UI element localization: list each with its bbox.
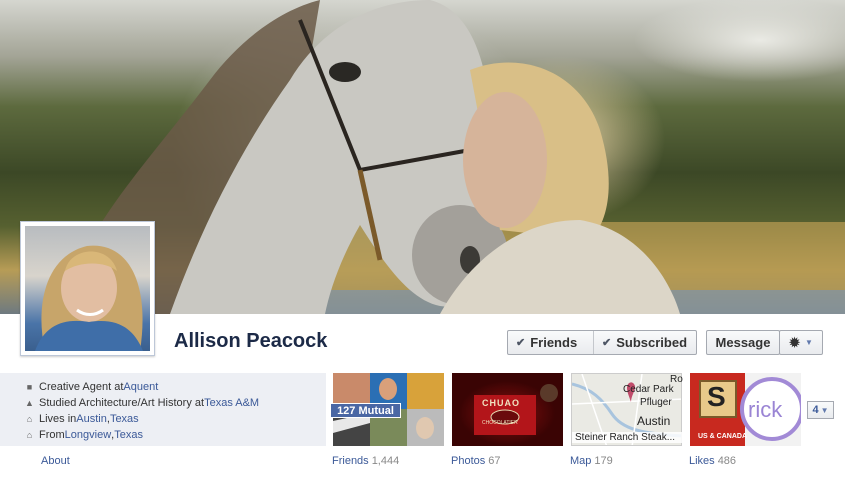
map-label-cedar-park: Cedar Park bbox=[623, 384, 674, 395]
tab-photos[interactable]: Photos 67 bbox=[451, 455, 501, 467]
map-place-caption: Steiner Ranch Steak... bbox=[572, 432, 682, 443]
tab-likes[interactable]: Likes 486 bbox=[689, 455, 736, 467]
checkmark-icon: ✔ bbox=[602, 337, 612, 349]
hometown-link[interactable]: Longview bbox=[65, 427, 111, 443]
tab-friends-count: 1,444 bbox=[371, 455, 400, 467]
tab-photos-label: Photos bbox=[451, 455, 486, 467]
profile-picture[interactable] bbox=[20, 221, 155, 356]
school-link[interactable]: Texas A&M bbox=[204, 395, 259, 411]
message-button-label: Message bbox=[715, 335, 771, 350]
friends-button[interactable]: ✔ Friends bbox=[508, 331, 594, 354]
tab-map-count: 179 bbox=[594, 455, 613, 467]
tab-about[interactable]: About bbox=[41, 455, 70, 467]
more-sections-button[interactable]: 4 ▼ bbox=[807, 401, 834, 419]
education-info: ▲ Studied Architecture/Art History at Te… bbox=[24, 395, 259, 411]
employer-link[interactable]: Aquent bbox=[123, 379, 158, 395]
work-info-text: Creative Agent at bbox=[39, 381, 124, 393]
tab-map[interactable]: Map 179 bbox=[570, 455, 613, 467]
likes-circle-text: rick bbox=[748, 397, 783, 422]
subscribed-button[interactable]: ✔ Subscribed bbox=[594, 331, 696, 354]
work-info: ■ Creative Agent at Aquent bbox=[24, 379, 259, 395]
tab-map-label: Map bbox=[570, 455, 592, 467]
friends-button-label: Friends bbox=[530, 335, 578, 350]
home-icon: ⌂ bbox=[26, 430, 33, 440]
chevron-down-icon: ▼ bbox=[804, 338, 813, 347]
chevron-down-icon: ▼ bbox=[820, 405, 829, 415]
likes-logo-text: US & CANADA bbox=[698, 433, 747, 440]
message-button[interactable]: Message bbox=[706, 330, 780, 355]
current-state-link[interactable]: Texas bbox=[110, 411, 139, 427]
tab-likes-label: Likes bbox=[689, 455, 715, 467]
tab-friends[interactable]: Friends 1,444 bbox=[332, 455, 399, 467]
about-info-list: ■ Creative Agent at Aquent ▲ Studied Arc… bbox=[24, 379, 259, 443]
gear-icon: ✹ bbox=[789, 334, 800, 350]
subscribed-button-label: Subscribed bbox=[616, 335, 688, 350]
profile-name: Allison Peacock bbox=[174, 330, 328, 352]
briefcase-icon: ■ bbox=[26, 382, 33, 392]
profile-photo bbox=[25, 226, 150, 351]
tab-likes-count: 486 bbox=[717, 455, 737, 467]
profile-photo-illustration bbox=[35, 245, 143, 351]
mutual-friends-badge[interactable]: 127 Mutual bbox=[330, 403, 401, 418]
tab-friends-label: Friends bbox=[332, 455, 369, 467]
more-count: 4 bbox=[812, 404, 819, 416]
photos-tile[interactable]: CHUAO CHOCOLATIER bbox=[452, 373, 563, 446]
graduation-icon: ▲ bbox=[25, 398, 34, 408]
likes-logo-letter: S bbox=[707, 381, 726, 412]
map-label-pfluger: Pfluger bbox=[640, 397, 672, 408]
map-label-ro: Ro bbox=[670, 374, 683, 385]
hometown-info: ⌂ From Longview , Texas bbox=[24, 427, 259, 443]
checkmark-icon: ✔ bbox=[516, 337, 526, 349]
photo-subbrand-text: CHOCOLATIER bbox=[482, 420, 518, 426]
likes-tile[interactable]: S US & CANADA rick bbox=[690, 373, 801, 446]
hometown-text: From bbox=[39, 429, 65, 441]
tab-photos-count: 67 bbox=[488, 455, 501, 467]
hometown-state-link[interactable]: Texas bbox=[114, 427, 143, 443]
photos-thumbnail bbox=[474, 384, 558, 435]
current-city-link[interactable]: Austin bbox=[76, 411, 107, 427]
education-info-text: Studied Architecture/Art History at bbox=[39, 397, 205, 409]
relationship-button-group: ✔ Friends ✔ Subscribed bbox=[507, 330, 697, 355]
settings-dropdown-button[interactable]: ✹ ▼ bbox=[779, 330, 823, 355]
photo-brand-text: CHUAO bbox=[482, 398, 520, 408]
house-icon: ⌂ bbox=[26, 414, 33, 424]
current-city-text: Lives in bbox=[39, 413, 77, 425]
current-city-info: ⌂ Lives in Austin , Texas bbox=[24, 411, 259, 427]
map-city-label: Austin bbox=[637, 414, 671, 428]
